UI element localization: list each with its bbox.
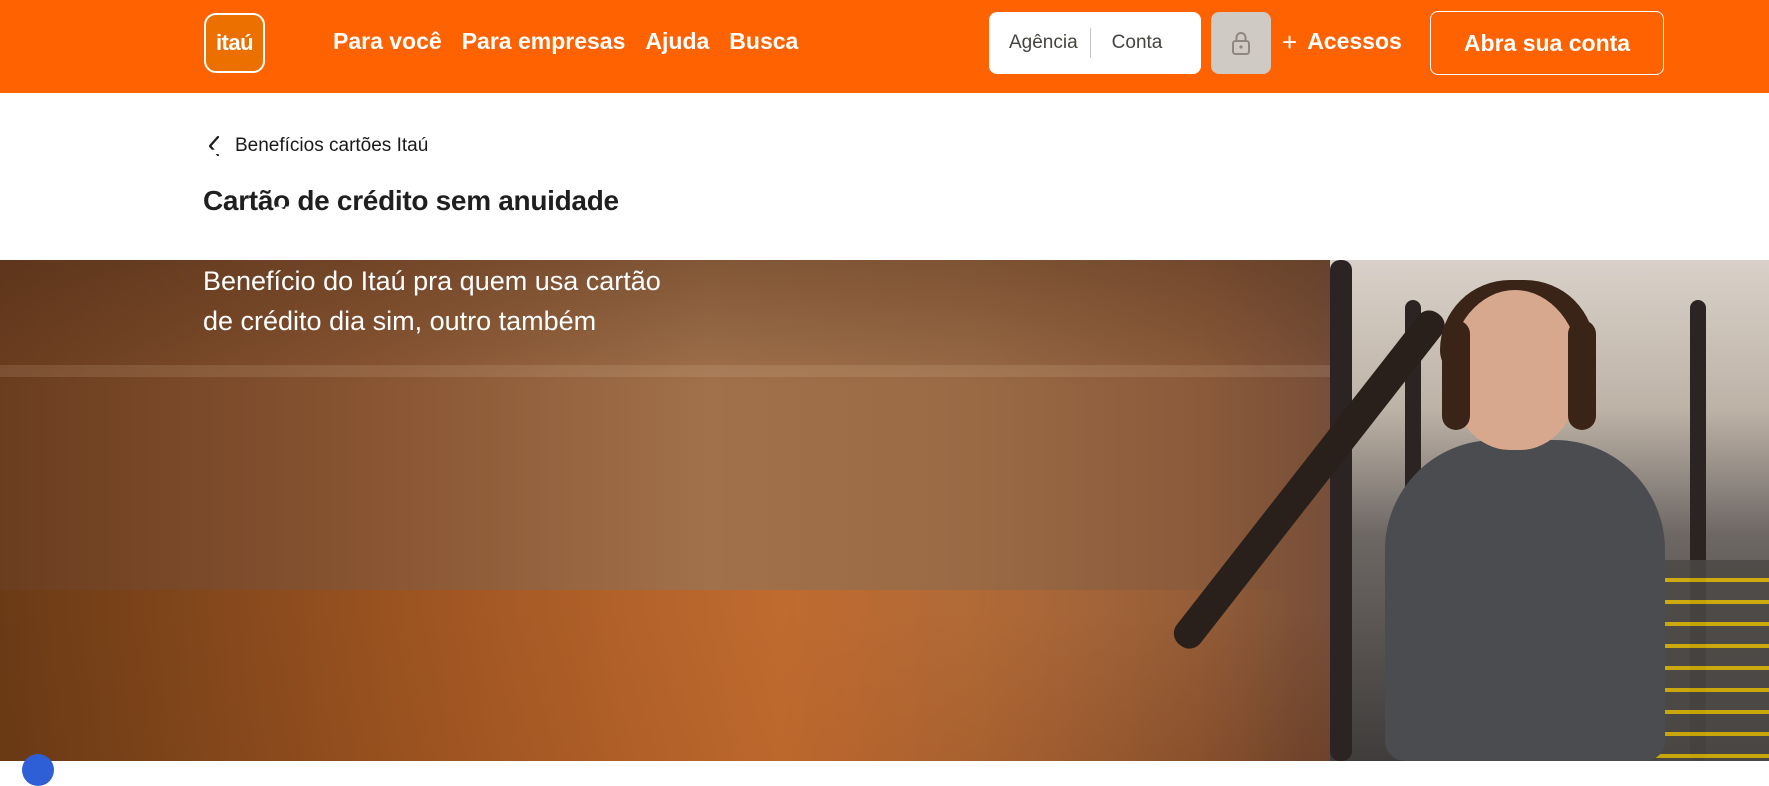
plus-icon: + <box>1282 26 1298 57</box>
hero-person-hair-side <box>1442 320 1470 430</box>
hero-subtitle: Benefício do Itaú pra quem usa cartão de… <box>203 266 661 336</box>
lock-icon <box>1232 32 1250 55</box>
hero-background-lower <box>0 590 1300 761</box>
nav-busca[interactable]: Busca <box>729 28 798 55</box>
logo-text: itaú <box>215 30 254 55</box>
main-nav: Para você Para empresas Ajuda Busca <box>333 28 818 55</box>
hero-person-hair-side <box>1568 320 1596 430</box>
hero-person-body <box>1385 440 1665 761</box>
acessos-button[interactable]: + Acessos <box>1282 28 1402 55</box>
nav-ajuda[interactable]: Ajuda <box>645 28 709 55</box>
top-header: itaú Para você Para empresas Ajuda Busca… <box>0 0 1769 93</box>
acessos-label: Acessos <box>1307 28 1402 54</box>
nav-para-voce[interactable]: Para você <box>333 28 442 55</box>
escalator-rail <box>1330 260 1352 761</box>
chat-widget-icon[interactable] <box>22 754 54 786</box>
login-form: Agência Conta <box>989 12 1201 74</box>
conta-field[interactable]: Conta <box>1091 32 1184 54</box>
agencia-field[interactable]: Agência <box>989 32 1090 54</box>
login-submit-button[interactable] <box>1211 12 1271 74</box>
hero-title: Pague menos anuidade no cartão <box>203 143 673 243</box>
itau-logo[interactable]: itaú <box>204 13 265 73</box>
nav-para-empresas[interactable]: Para empresas <box>462 28 626 55</box>
open-account-button[interactable]: Abra sua conta <box>1430 11 1664 75</box>
